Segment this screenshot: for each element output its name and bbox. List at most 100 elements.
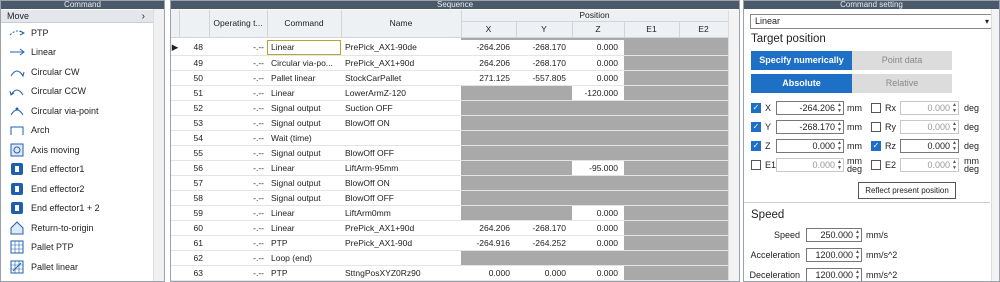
table-row[interactable]: 55 -.-- Signal output BlowOff OFF [171,145,728,161]
table-row[interactable]: 61 -.-- PTP PrePick_AX1-90d -264.916 -264.252… [171,235,728,251]
y-cell[interactable] [516,145,572,161]
table-row[interactable]: 56 -.-- Linear LiftArm-95mm -95.000 [171,160,728,176]
command-item[interactable]: Pallet PTP [1,238,153,258]
e1-header[interactable]: E1 [624,21,680,38]
command-cell[interactable]: Linear [267,220,341,236]
command-item[interactable]: Circular CW [1,62,153,82]
command-item[interactable]: End effector1 + 2 [1,199,153,219]
table-row[interactable]: 63 -.-- PTP SttngPosXYZ0Rz90 0.000 0.000 0.000 [171,265,728,281]
relative-tab[interactable]: Relative [852,74,952,93]
table-row[interactable]: 54 -.-- Wait (time) [171,130,728,146]
y-cell[interactable] [516,205,572,221]
name-cell[interactable]: PrePick_AX1+90d [341,220,461,236]
table-row[interactable]: 49 -.-- Circular via-po... PrePick_AX1+90d 2… [171,55,728,71]
command-cell[interactable]: PTP [267,235,341,251]
z-cell[interactable] [572,130,624,146]
command-cell[interactable]: Pallet linear [267,70,341,86]
table-row[interactable]: 53 -.-- Signal output BlowOff ON [171,115,728,131]
command-header[interactable]: Command [267,10,342,38]
command-cell[interactable]: PTP [267,265,341,281]
command-cell[interactable]: Linear [267,205,341,221]
spinner-icon[interactable]: ▲ ▼ [952,140,957,152]
axis-checkbox[interactable]: ✓ [751,141,761,151]
command-cell[interactable]: Linear [267,85,341,101]
settings-scrollbar[interactable] [991,9,999,281]
x-cell[interactable] [461,100,516,116]
x-cell[interactable] [461,160,516,176]
rotation-checkbox[interactable] [871,103,881,113]
z-cell[interactable] [572,100,624,116]
spinner-icon[interactable]: ▲ ▼ [837,159,842,171]
y-cell[interactable] [516,250,572,266]
command-cell[interactable]: Signal output [267,175,341,191]
command-item[interactable]: Circular CCW [1,82,153,102]
rotation-value-input[interactable]: 0.000 ▲ ▼ [900,101,959,115]
command-item[interactable]: Pallet linear [1,257,153,277]
reflect-present-position-button[interactable]: Reflect present position [858,182,956,199]
name-cell[interactable]: PrePick_AX1-90de [341,40,461,56]
name-cell[interactable]: LiftArm-95mm [341,160,461,176]
y-cell[interactable] [516,160,572,176]
operating-time-header[interactable]: Operating t... [209,10,268,38]
x-cell[interactable]: -264.916 [461,235,516,251]
command-type-select[interactable]: Linear ▾ [750,14,994,29]
y-cell[interactable]: -268.170 [516,220,572,236]
speed-value-input[interactable]: 1200.000 ▲ ▼ [806,248,862,262]
command-item[interactable]: Axis moving [1,140,153,160]
name-cell[interactable]: LowerArmZ-120 [341,85,461,101]
axis-value-input[interactable]: -268.170 ▲ ▼ [776,120,844,134]
y-cell[interactable]: -268.170 [516,40,572,56]
command-item[interactable]: Linear [1,43,153,63]
z-cell[interactable] [572,145,624,161]
axis-value-input[interactable]: -264.206 ▲ ▼ [776,101,844,115]
y-cell[interactable] [516,190,572,206]
y-cell[interactable] [516,130,572,146]
name-cell[interactable]: Suction OFF [341,100,461,116]
y-cell[interactable] [516,175,572,191]
table-row[interactable]: 62 -.-- Loop (end) [171,250,728,266]
z-cell[interactable]: 0.000 [572,40,624,56]
z-cell[interactable] [572,190,624,206]
x-cell[interactable]: 264.206 [461,220,516,236]
axis-checkbox[interactable]: ✓ [751,103,761,113]
name-cell[interactable]: PrePick_AX1-90d [341,235,461,251]
x-cell[interactable] [461,190,516,206]
table-row[interactable]: ▶ 48 -.-- Linear PrePick_AX1-90de -264.206 -26… [171,40,728,56]
spinner-icon[interactable]: ▲ ▼ [837,102,842,114]
absolute-tab[interactable]: Absolute [751,74,852,93]
z-header[interactable]: Z [572,21,625,38]
rotation-checkbox[interactable]: ✓ [871,141,881,151]
z-cell[interactable] [572,175,624,191]
spinner-icon[interactable]: ▲ ▼ [952,102,957,114]
speed-value-input[interactable]: 250.000 ▲ ▼ [806,228,862,242]
command-cell[interactable]: Linear [267,40,341,56]
command-cell[interactable]: Signal output [267,115,341,131]
category-move[interactable]: Move › [1,10,153,23]
command-cell[interactable]: Signal output [267,100,341,116]
z-cell[interactable]: 0.000 [572,235,624,251]
name-cell[interactable]: StockCarPallet [341,70,461,86]
table-row[interactable]: 58 -.-- Signal output BlowOff OFF [171,190,728,206]
x-cell[interactable]: 271.125 [461,70,516,86]
command-cell[interactable]: Circular via-po... [267,55,341,71]
y-cell[interactable] [516,115,572,131]
y-cell[interactable]: -264.252 [516,235,572,251]
x-cell[interactable] [461,130,516,146]
point-data-tab[interactable]: Point data [852,51,952,70]
table-row[interactable]: 57 -.-- Signal output BlowOff ON [171,175,728,191]
x-cell[interactable] [461,115,516,131]
x-cell[interactable] [461,145,516,161]
command-cell[interactable]: Loop (end) [267,250,341,266]
spinner-icon[interactable]: ▲ ▼ [855,229,860,241]
spinner-icon[interactable]: ▲ ▼ [952,121,957,133]
command-cell[interactable]: Linear [267,160,341,176]
command-cell[interactable]: Wait (time) [267,130,341,146]
x-cell[interactable]: 264.206 [461,55,516,71]
name-cell[interactable]: BlowOff ON [341,115,461,131]
command-item[interactable]: PTP [1,23,153,43]
z-cell[interactable] [572,250,624,266]
name-header[interactable]: Name [341,10,462,38]
rotation-value-input[interactable]: 0.000 ▲ ▼ [900,120,959,134]
spinner-icon[interactable]: ▲ ▼ [855,249,860,261]
rotation-value-input[interactable]: 0.000 ▲ ▼ [900,158,959,172]
